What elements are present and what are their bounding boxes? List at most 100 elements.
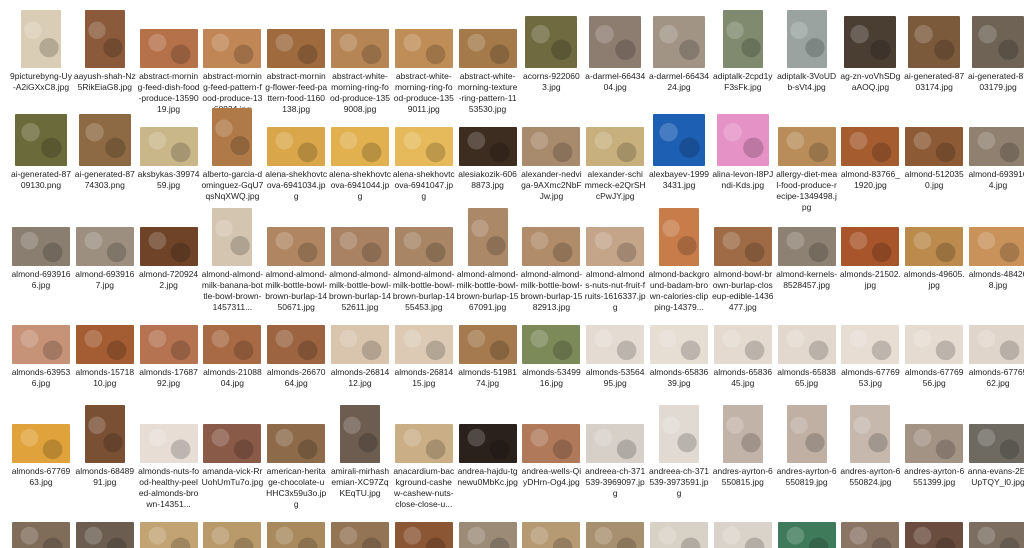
file-item[interactable]: anna-pelzer-...	[648, 499, 710, 548]
file-item[interactable]: almonds-nuts-food-healthy-peeled-almonds…	[138, 401, 200, 510]
file-item[interactable]: ai-generated-8703174.jpg	[903, 6, 965, 93]
file-item[interactable]: american-heritage-chocolate-uHHC3x59u3o.…	[265, 401, 327, 510]
file-item[interactable]: almonds-1768792.jpg	[138, 302, 200, 389]
file-item[interactable]: almonds-6776963.jpg	[10, 401, 72, 488]
file-item[interactable]: annie-spratt-...	[776, 499, 838, 548]
file-item[interactable]: almonds-2681412.jpg	[329, 302, 391, 389]
brazil-nuts-thumbnail	[522, 127, 581, 166]
file-item[interactable]: andres-ayrton-6550819.jpg	[776, 401, 838, 488]
file-item[interactable]: abstract-white-morning-texture-ring-patt…	[457, 6, 519, 115]
file-item[interactable]: almond-almond-milk-bottle-bowl-brown-bur…	[457, 204, 519, 313]
file-item[interactable]: ai-generated-8703179.jpg	[967, 6, 1024, 93]
file-item[interactable]: andrea-hajdu-tgnewu0MbKc.jpg	[457, 401, 519, 488]
file-item[interactable]: almonds-21502.jpg	[839, 204, 901, 291]
file-item[interactable]: almonds-6583645.jpg	[712, 302, 774, 389]
file-item[interactable]: anna-evans-...	[265, 499, 327, 548]
file-item[interactable]: annie-spratt-...	[967, 499, 1024, 548]
file-item[interactable]: almond-almond-milk-bottle-bowl-brown-bur…	[329, 204, 391, 313]
file-item[interactable]: almond-almond-milk-banana-bottle-bowl-br…	[201, 204, 263, 313]
file-item[interactable]: almonds-484268.jpg	[967, 204, 1024, 291]
file-item[interactable]: alena-shekhovtcova-6941047.jpg	[393, 104, 455, 202]
file-item[interactable]: almonds-6583639.jpg	[648, 302, 710, 389]
file-item[interactable]: almonds-1571810.jpg	[74, 302, 136, 389]
file-item[interactable]: anna-evans-...	[329, 499, 391, 548]
file-item[interactable]: anacardium-background-cashew-cashew-nuts…	[393, 401, 455, 510]
file-item[interactable]: amirali-mirhashemian-XC97ZqKEqTU.jpg	[329, 401, 391, 499]
file-item[interactable]: almond-almond-milk-bottle-bowl-brown-bur…	[265, 204, 327, 313]
file-item[interactable]: andreea-ch-371539-3969097.jpg	[584, 401, 646, 499]
file-item[interactable]: 9picturebyng-Uy-A2iGXxC8.jpg	[10, 6, 72, 93]
file-item[interactable]: almonds-6583865.jpg	[776, 302, 838, 389]
file-item[interactable]: almonds-5349916.jpg	[520, 302, 582, 389]
file-item[interactable]: alberto-garcia-dominguez-GqU7qsNqXWQ.jpg	[201, 104, 263, 202]
file-item[interactable]: andres-ayrton-6551399.jpg	[903, 401, 965, 488]
file-item[interactable]: almonds-2667064.jpg	[265, 302, 327, 389]
file-item[interactable]: alexander-schimmeck-e2QrSHcPwJY.jpg	[584, 104, 646, 202]
file-item[interactable]: almonds-2108804.jpg	[201, 302, 263, 389]
file-item[interactable]: alesiakozik-6068873.jpg	[457, 104, 519, 191]
file-item[interactable]: almonds-6776953.jpg	[839, 302, 901, 389]
almond-single-thumbnail	[841, 325, 900, 364]
file-item[interactable]: andres-ayrton-6550815.jpg	[712, 401, 774, 488]
file-item[interactable]: almond-almonds-nuts-nut-fruit-fruits-161…	[584, 204, 646, 313]
file-item[interactable]: almonds-5198174.jpg	[457, 302, 519, 389]
file-item[interactable]: abstract-white-morning-ring-food-produce…	[393, 6, 455, 115]
file-item[interactable]: abstract-morning-flower-feed-pattern-foo…	[265, 6, 327, 115]
file-item[interactable]: alena-shekhovtcova-6941044.jpg	[329, 104, 391, 202]
file-item[interactable]: almonds-6776956.jpg	[903, 302, 965, 389]
file-item[interactable]: anna-evans-2ErUpTQY_l0.jpg	[967, 401, 1024, 488]
file-item[interactable]: ai-generated-8774303.png	[74, 104, 136, 191]
file-item[interactable]: almond-6939167.jpg	[74, 204, 136, 291]
file-item[interactable]: alexander-nedviga-9AXmc2NbFJw.jpg	[520, 104, 582, 202]
thumbnail-frame	[265, 401, 327, 463]
file-item[interactable]: almond-6939166.jpg	[10, 204, 72, 291]
file-item[interactable]: almond-6939164.jpg	[967, 104, 1024, 191]
file-item[interactable]: abstract-morning-feed-pattern-food-produ…	[201, 6, 263, 115]
file-item[interactable]: anna-evans-...	[10, 499, 72, 548]
file-item[interactable]: anna-evans-...	[74, 499, 136, 548]
file-item[interactable]: almond-almond-milk-bottle-bowl-brown-bur…	[393, 204, 455, 313]
file-item[interactable]: a-darmel-6643404.jpg	[584, 6, 646, 93]
file-item[interactable]: acorns-9220603.jpg	[520, 6, 582, 93]
file-item[interactable]: anna-evans-...	[201, 499, 263, 548]
file-item[interactable]: almonds-2681415.jpg	[393, 302, 455, 389]
file-item[interactable]: almond-almond-milk-bottle-bowl-brown-bur…	[520, 204, 582, 313]
file-item[interactable]: aksbykas-3997459.jpg	[138, 104, 200, 191]
file-item[interactable]: anna-evans-...	[520, 499, 582, 548]
file-item[interactable]: almonds-6848991.jpg	[74, 401, 136, 488]
file-item[interactable]: andrea-wells-QiyDHrn-Og4.jpg	[520, 401, 582, 488]
file-item[interactable]: alina-levon-I8PJndi-Kds.jpg	[712, 104, 774, 191]
file-item[interactable]: alexbayev-19993431.jpg	[648, 104, 710, 191]
file-item[interactable]: allergy-diet-meal-food-produce-recipe-13…	[776, 104, 838, 213]
file-item[interactable]: alena-shekhovtcova-6941034.jpg	[265, 104, 327, 202]
file-item[interactable]: abstract-white-morning-ring-food-produce…	[329, 6, 391, 115]
file-item[interactable]: ag-zn-voVhSDgaAOQ.jpg	[839, 6, 901, 93]
file-item[interactable]: aayush-shah-Nz5RikEiaG8.jpg	[74, 6, 136, 93]
file-item[interactable]: adiptalk-2cpd1yF3sFk.jpg	[712, 6, 774, 93]
file-item[interactable]: anna-evans-...	[138, 499, 200, 548]
file-item[interactable]: abstract-morning-feed-dish-food-produce-…	[138, 6, 200, 115]
file-item[interactable]: andreea-ch-371539-3973591.jpg	[648, 401, 710, 499]
file-item[interactable]: almonds-6776962.jpg	[967, 302, 1024, 389]
file-item[interactable]: ai-generated-8709130.png	[10, 104, 72, 191]
file-item[interactable]: almond-background-badam-brown-calories-c…	[648, 204, 710, 313]
file-item[interactable]: almond-83766_1920.jpg	[839, 104, 901, 191]
file-item[interactable]: adiptalk-3VoUDb-sVt4.jpg	[776, 6, 838, 93]
file-item[interactable]: amanda-vick-RrUohUmTu7o.jpg	[201, 401, 263, 488]
file-item[interactable]: almonds-5356495.jpg	[584, 302, 646, 389]
file-item[interactable]: almonds-639536.jpg	[10, 302, 72, 389]
file-item[interactable]: annie-spratt-...	[839, 499, 901, 548]
file-item[interactable]: almonds-49605.jpg	[903, 204, 965, 291]
file-item[interactable]: anna-pelzer-...	[712, 499, 774, 548]
file-item[interactable]: anna-evans-...	[584, 499, 646, 548]
file-item[interactable]: andres-ayrton-6550824.jpg	[839, 401, 901, 488]
file-item[interactable]: annie-spratt-...	[903, 499, 965, 548]
file-item[interactable]: anna-evans-...	[393, 499, 455, 548]
file-item[interactable]: almond-kernels-8528457.jpg	[776, 204, 838, 291]
file-item[interactable]: almond-7209242.jpg	[138, 204, 200, 291]
file-item[interactable]: almond-bowl-brown-burlap-closeup-edible-…	[712, 204, 774, 313]
thumbnail-frame	[329, 401, 391, 463]
file-item[interactable]: anna-evans-...	[457, 499, 519, 548]
file-item[interactable]: a-darmel-6643424.jpg	[648, 6, 710, 93]
file-item[interactable]: almond-5120350.jpg	[903, 104, 965, 191]
